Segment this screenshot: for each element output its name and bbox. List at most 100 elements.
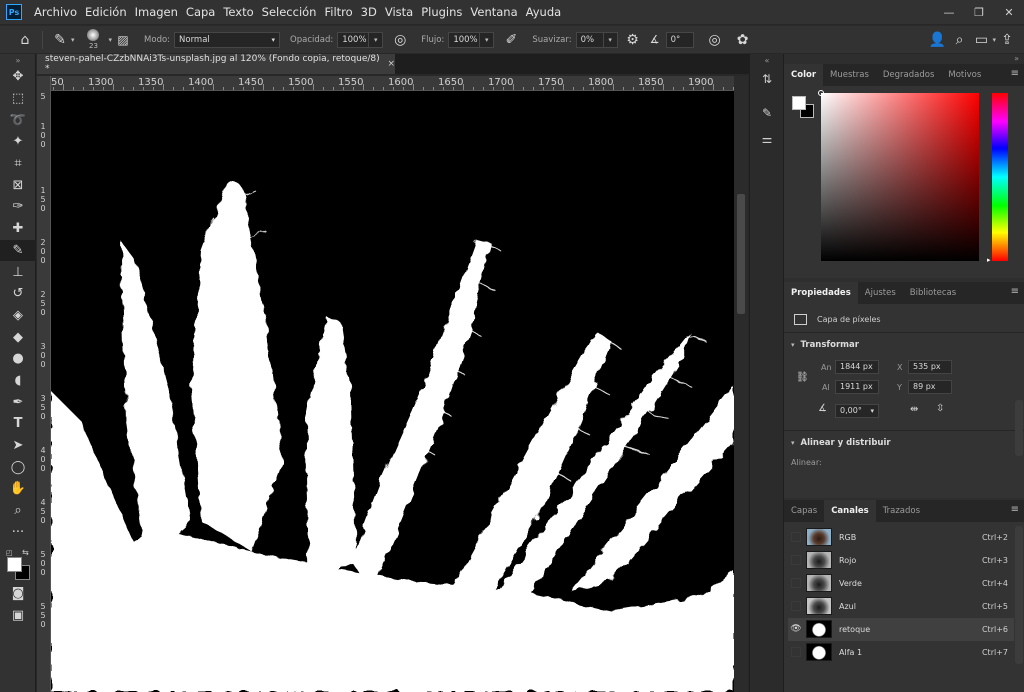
menu-3d[interactable]: 3D <box>357 0 381 24</box>
panel-menu-icon[interactable]: ≡ <box>1011 504 1019 515</box>
workspace-icon[interactable]: ▭ <box>970 32 992 48</box>
menu-filtro[interactable]: Filtro <box>320 0 356 24</box>
foreground-color-swatch[interactable] <box>792 96 806 110</box>
adjustments-panel-icon[interactable]: ⚌ <box>750 126 784 152</box>
pen-tool-icon[interactable]: ✒ <box>0 391 36 413</box>
home-icon[interactable]: ⌂ <box>14 32 36 48</box>
canvas-vertical-scrollbar[interactable] <box>734 76 748 692</box>
blur-tool-icon[interactable]: ● <box>0 348 36 370</box>
width-input[interactable]: 1844 px <box>835 360 879 374</box>
share-user-icon[interactable]: 👤 <box>926 32 948 48</box>
menu-capa[interactable]: Capa <box>182 0 219 24</box>
screen-mode-icon[interactable]: ▣ <box>0 605 36 627</box>
swap-colors-icon[interactable]: ⇆ <box>22 548 29 557</box>
channel-row-alfa-1[interactable]: Alfa 1 Ctrl+7 <box>788 641 1014 664</box>
channel-row-azul[interactable]: Azul Ctrl+5 <box>788 595 1014 618</box>
collapse-toolbar-icon[interactable]: » <box>0 54 36 66</box>
scrollbar-thumb[interactable] <box>737 194 745 314</box>
channel-row-rgb[interactable]: RGB Ctrl+2 <box>788 526 1014 549</box>
document-tab[interactable]: steven-pahel-CZzbNNAi3Ts-unsplash.jpg al… <box>37 54 395 74</box>
chevron-down-icon[interactable]: ▾ <box>480 31 495 48</box>
ellipse-tool-icon[interactable]: ◯ <box>0 456 36 478</box>
visibility-toggle[interactable] <box>791 601 801 612</box>
healing-brush-tool-icon[interactable]: ✚ <box>0 218 36 240</box>
foreground-color-swatch[interactable] <box>7 557 22 573</box>
history-brush-tool-icon[interactable]: ↺ <box>0 283 36 305</box>
visibility-toggle[interactable] <box>791 647 801 658</box>
clone-stamp-tool-icon[interactable]: ⊥ <box>0 261 36 283</box>
path-selection-tool-icon[interactable]: ➤ <box>0 435 36 457</box>
pressure-size-icon[interactable]: ◎ <box>704 32 726 48</box>
opacity-input[interactable]: 100% <box>337 31 370 48</box>
flip-horizontal-icon[interactable]: ⇹ <box>910 404 918 415</box>
brush-angle-input[interactable]: 0° <box>665 31 694 48</box>
menu-ayuda[interactable]: Ayuda <box>522 0 566 24</box>
type-tool-icon[interactable]: T <box>0 413 36 435</box>
search-icon[interactable]: ⌕ <box>948 32 970 48</box>
move-tool-icon[interactable]: ✥ <box>0 66 36 88</box>
tab-capas[interactable]: Capas <box>784 500 824 522</box>
default-colors-icon[interactable]: ◰ <box>6 549 13 557</box>
menu-archivo[interactable]: Archivo <box>30 0 81 24</box>
tab-motivos[interactable]: Motivos <box>941 64 988 86</box>
brush-preset-picker[interactable]: 23 <box>81 27 107 53</box>
share-icon[interactable]: ⇪ <box>996 32 1018 48</box>
hand-tool-icon[interactable]: ✋ <box>0 478 36 500</box>
tab-bibliotecas[interactable]: Bibliotecas <box>903 282 963 304</box>
angle-input[interactable]: 0,00° ▾ <box>835 404 879 418</box>
brush-settings-icon[interactable]: ▨ <box>112 33 134 47</box>
collapse-right-panels-icon[interactable]: » <box>784 54 1024 64</box>
channel-row-rojo[interactable]: Rojo Ctrl+3 <box>788 549 1014 572</box>
hue-slider[interactable] <box>992 93 1008 261</box>
color-picker-cursor[interactable] <box>818 90 824 96</box>
visibility-toggle[interactable] <box>791 555 801 566</box>
brush-tool-icon[interactable]: ✎ <box>49 32 71 48</box>
lasso-tool-icon[interactable]: ➰ <box>0 109 36 131</box>
chevron-down-icon[interactable]: ▾ <box>603 31 618 48</box>
color-picker-field[interactable] <box>818 90 979 261</box>
paint-bucket-tool-icon[interactable]: ◆ <box>0 326 36 348</box>
history-panel-icon[interactable]: ⇅ <box>750 66 784 92</box>
tab-color[interactable]: Color <box>784 64 824 86</box>
close-tab-icon[interactable]: × <box>387 59 395 69</box>
x-input[interactable]: 535 px <box>908 360 952 374</box>
menu-plugins[interactable]: Plugins <box>417 0 466 24</box>
quick-mask-icon[interactable]: ◙ <box>0 583 36 605</box>
channel-row-retoque[interactable]: 👁 retoque Ctrl+6 <box>788 618 1014 641</box>
eyedropper-tool-icon[interactable]: ✑ <box>0 196 36 218</box>
visibility-toggle[interactable] <box>791 532 801 543</box>
tab-trazados[interactable]: Trazados <box>876 500 927 522</box>
image-canvas[interactable] <box>51 91 734 692</box>
eraser-tool-icon[interactable]: ◈ <box>0 305 36 327</box>
minimize-button[interactable]: — <box>934 0 964 24</box>
chevron-down-icon[interactable]: ▾ <box>71 36 75 44</box>
collapse-panels-icon[interactable]: « <box>750 54 784 66</box>
crop-tool-icon[interactable]: ⌗ <box>0 153 36 175</box>
height-input[interactable]: 1911 px <box>835 380 879 394</box>
pressure-opacity-icon[interactable]: ◎ <box>389 32 411 48</box>
hue-slider-handle-icon[interactable]: ▸ <box>987 256 991 264</box>
align-section-header[interactable]: ▾ Alinear y distribuir <box>791 438 891 448</box>
tab-degradados[interactable]: Degradados <box>876 64 942 86</box>
eye-icon[interactable]: 👁 <box>788 623 804 635</box>
tab-canales[interactable]: Canales <box>824 500 876 522</box>
more-tools-icon[interactable]: ··· <box>0 521 36 543</box>
airbrush-icon[interactable]: ✐ <box>500 32 522 48</box>
menu-edicion[interactable]: Edición <box>81 0 131 24</box>
zoom-tool-icon[interactable]: ⌕ <box>0 500 36 522</box>
close-window-button[interactable]: ✕ <box>994 0 1024 24</box>
quick-selection-tool-icon[interactable]: ✦ <box>0 131 36 153</box>
panel-menu-icon[interactable]: ≡ <box>1011 286 1019 297</box>
properties-scrollbar[interactable] <box>1015 400 1023 456</box>
visibility-toggle[interactable] <box>791 578 801 589</box>
mode-select[interactable]: Normal ▾ <box>174 31 281 48</box>
flow-input[interactable]: 100% <box>448 31 481 48</box>
menu-ventana[interactable]: Ventana <box>466 0 521 24</box>
channels-scrollbar[interactable] <box>1015 526 1023 664</box>
brush-settings-panel-icon[interactable]: ✎ <box>750 100 784 126</box>
dodge-tool-icon[interactable]: ◖ <box>0 370 36 392</box>
tab-muestras[interactable]: Muestras <box>823 64 876 86</box>
marquee-tool-icon[interactable]: ⬚ <box>0 88 36 110</box>
y-input[interactable]: 89 px <box>908 380 952 394</box>
menu-imagen[interactable]: Imagen <box>131 0 182 24</box>
